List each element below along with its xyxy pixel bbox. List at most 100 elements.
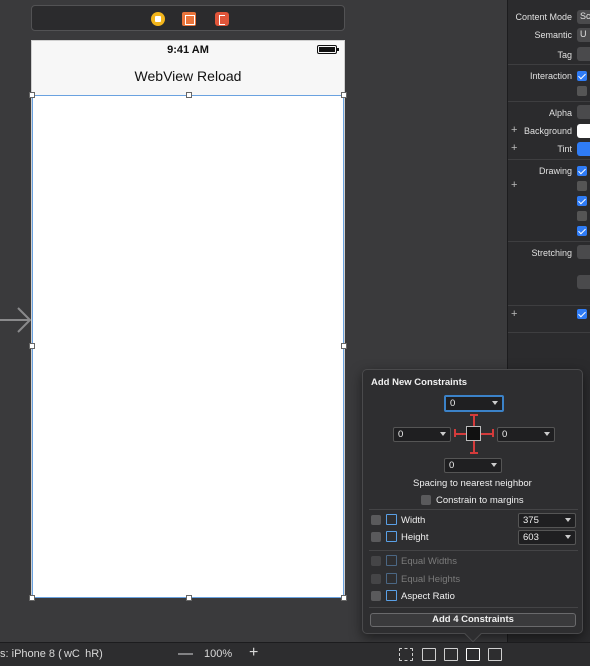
exit-icon[interactable]: [215, 12, 229, 26]
equal-widths-checkbox[interactable]: [371, 556, 381, 566]
user-interaction-checkbox[interactable]: [577, 71, 587, 81]
clears-graphics-context-checkbox[interactable]: [577, 196, 587, 206]
resize-handle-top[interactable]: [186, 92, 192, 98]
width-icon: [386, 514, 397, 525]
semantic-label: Semantic: [534, 30, 572, 40]
height-value: 603: [523, 532, 539, 543]
tag-field[interactable]: [577, 47, 590, 61]
equal-heights-checkbox[interactable]: [371, 574, 381, 584]
chevron-down-icon: [565, 518, 571, 522]
width-field[interactable]: 375: [518, 513, 576, 528]
alpha-field[interactable]: [577, 105, 590, 119]
top-spacing-field[interactable]: 0: [444, 395, 504, 412]
canvas-bottom-bar: s: iPhone 8 ( wC hR) — 100% +: [0, 642, 590, 666]
semantic-select[interactable]: U: [577, 28, 590, 42]
update-frames-icon[interactable]: [399, 648, 413, 661]
width-value: 375: [523, 515, 539, 526]
chevron-down-icon: [544, 432, 550, 436]
popover-divider: [369, 607, 578, 608]
height-checkbox[interactable]: [371, 532, 381, 542]
equal-heights-label: Equal Heights: [401, 574, 461, 585]
clip-to-bounds-checkbox[interactable]: [577, 211, 587, 221]
hidden-checkbox[interactable]: [577, 181, 587, 191]
align-icon[interactable]: [444, 648, 458, 661]
content-mode-select[interactable]: Sc: [577, 10, 590, 24]
resize-handle-bottom-right[interactable]: [341, 595, 347, 601]
first-responder-icon[interactable]: [182, 12, 196, 26]
inspector-divider: [508, 305, 590, 306]
nav-title: WebView Reload: [134, 68, 242, 84]
stretching-field[interactable]: [577, 245, 590, 259]
chevron-down-icon: [440, 432, 446, 436]
width-label: Width: [401, 515, 426, 526]
constrain-to-margins-label: Constrain to margins: [436, 495, 524, 506]
navigation-bar[interactable]: WebView Reload: [32, 59, 344, 96]
chevron-down-icon: [492, 401, 498, 405]
right-spacing-value: 0: [502, 429, 508, 440]
installed-checkbox[interactable]: [577, 309, 587, 319]
add-constraints-popover: Add New Constraints 0 0 0 0 Spacing to n…: [362, 369, 583, 643]
height-icon: [386, 531, 397, 542]
status-bar: 9:41 AM: [32, 41, 344, 59]
web-view[interactable]: [29, 92, 347, 601]
aspect-ratio-icon: [386, 590, 397, 601]
tint-color-well[interactable]: [577, 142, 590, 156]
resize-handle-bottom[interactable]: [186, 595, 192, 601]
drawing-label: Drawing: [538, 166, 572, 176]
chevron-down-icon: [565, 535, 571, 539]
add-variation-icon[interactable]: +: [511, 124, 517, 136]
background-color-well[interactable]: [577, 124, 590, 138]
content-mode-label: Content Mode: [515, 12, 572, 22]
height-field[interactable]: 603: [518, 530, 576, 545]
multiple-touch-checkbox[interactable]: [577, 86, 587, 96]
resize-handle-bottom-left[interactable]: [29, 595, 35, 601]
add-new-constraints-icon[interactable]: [466, 648, 480, 661]
bottom-spacing-value: 0: [449, 460, 455, 471]
equal-heights-icon: [386, 573, 397, 584]
constrain-to-margins-checkbox[interactable]: [421, 495, 431, 505]
resize-handle-right[interactable]: [341, 343, 347, 349]
strut-cap: [470, 452, 478, 454]
opaque-checkbox[interactable]: [577, 166, 587, 176]
resolve-autolayout-issues-icon[interactable]: [488, 648, 502, 661]
add-variation-icon[interactable]: +: [511, 142, 517, 154]
device-config-button[interactable]: s: iPhone 8 ( wC hR): [0, 648, 103, 660]
view-as-prefix: s:: [0, 648, 12, 660]
zoom-in-button[interactable]: +: [249, 644, 258, 662]
height-label: Height: [401, 532, 429, 543]
add-variation-icon[interactable]: +: [511, 179, 517, 191]
resize-handle-left[interactable]: [29, 343, 35, 349]
equal-widths-label: Equal Widths: [401, 556, 457, 567]
spacing-label: Spacing to nearest neighbor: [413, 478, 532, 489]
top-spacing-value: 0: [450, 398, 456, 409]
left-spacing-field[interactable]: 0: [393, 427, 451, 442]
resize-handle-top-left[interactable]: [29, 92, 35, 98]
equal-widths-icon: [386, 555, 397, 566]
embed-in-stack-icon[interactable]: [422, 648, 436, 661]
bottom-spacing-field[interactable]: 0: [444, 458, 502, 473]
alpha-label: Alpha: [548, 108, 572, 118]
inspector-divider: [508, 64, 590, 65]
aspect-ratio-label: Aspect Ratio: [401, 591, 455, 602]
add-constraints-button[interactable]: Add 4 Constraints: [370, 613, 576, 627]
popover-divider: [369, 509, 578, 510]
resize-handle-top-right[interactable]: [341, 92, 347, 98]
zoom-out-button[interactable]: —: [178, 645, 193, 662]
autoresize-subviews-checkbox[interactable]: [577, 226, 587, 236]
width-checkbox[interactable]: [371, 515, 381, 525]
view-controller-icon[interactable]: [151, 12, 165, 26]
aspect-ratio-checkbox[interactable]: [371, 591, 381, 601]
stretching-field[interactable]: [577, 275, 590, 289]
chevron-down-icon: [491, 463, 497, 467]
left-spacing-value: 0: [398, 429, 404, 440]
tint-label: Tint: [557, 144, 572, 154]
iphone-scene[interactable]: 9:41 AM WebView Reload: [29, 40, 347, 601]
strut-cap: [454, 429, 456, 437]
inspector-divider: [508, 101, 590, 102]
add-variation-icon[interactable]: +: [511, 308, 517, 320]
interaction-label: Interaction: [529, 71, 572, 81]
entry-point-arrow-icon[interactable]: [0, 305, 34, 335]
right-spacing-field[interactable]: 0: [497, 427, 555, 442]
inspector-divider: [508, 332, 590, 333]
inspector-divider: [508, 241, 590, 242]
